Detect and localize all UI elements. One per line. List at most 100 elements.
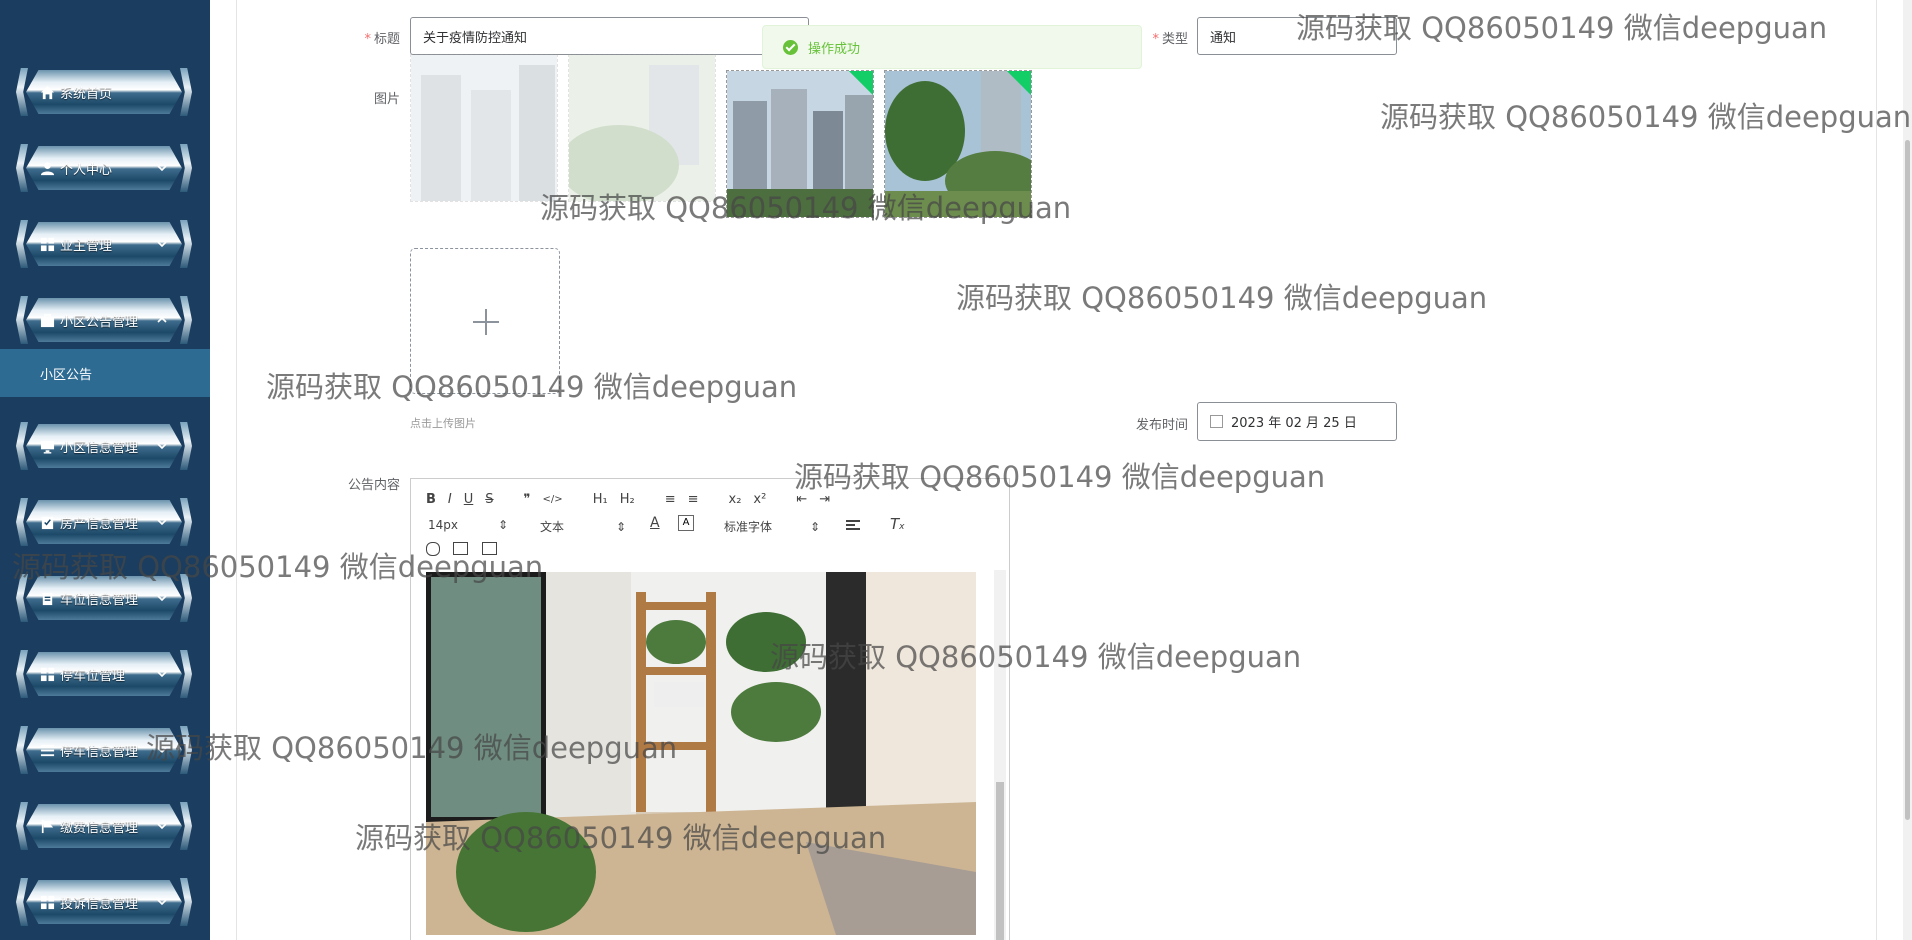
nav-label: 小区公告管理: [60, 314, 139, 330]
superscript-button[interactable]: x²: [753, 492, 766, 507]
nav-label: 投诉信息管理: [60, 896, 139, 912]
strike-button[interactable]: S: [485, 492, 493, 507]
nav-payment-info[interactable]: 缴费信息管理: [14, 798, 194, 854]
bold-button[interactable]: B: [426, 492, 436, 507]
nav-content: 个人中心: [40, 146, 168, 190]
title-label: * 标题: [364, 32, 400, 47]
chevron-down-icon: [156, 896, 168, 908]
nav-owner-management[interactable]: 业主管理: [14, 216, 194, 272]
building-photo-icon: [727, 71, 873, 217]
nav-content: 小区信息管理: [40, 424, 168, 468]
publish-time-picker[interactable]: 2023 年 02 月 25 日: [1197, 402, 1397, 441]
building-photo-icon: [411, 55, 557, 201]
image-upload-button[interactable]: [410, 248, 560, 394]
calendar-icon: [1210, 415, 1223, 428]
clear-format-icon[interactable]: Tx: [890, 515, 905, 533]
editor-scrollbar-thumb[interactable]: [996, 782, 1004, 940]
underline-button[interactable]: U: [464, 492, 474, 507]
image-icon[interactable]: [453, 542, 468, 555]
image-thumb-1[interactable]: [410, 54, 558, 202]
briefcase-icon: [40, 313, 55, 328]
home-icon: [40, 85, 55, 100]
nav-label: 房产信息管理: [60, 516, 139, 532]
nav-personal-center[interactable]: 个人中心: [14, 140, 194, 196]
page-scrollbar-thumb[interactable]: [1905, 140, 1910, 820]
chevron-down-icon: [156, 592, 168, 604]
nav-content: 车位信息管理: [40, 576, 168, 620]
balcony-photo-icon: [426, 572, 976, 935]
image-label: 图片: [373, 92, 400, 107]
type-select[interactable]: 通知: [1197, 17, 1397, 55]
chevron-down-icon: [156, 744, 168, 756]
sort-arrows-icon: ⇕: [615, 519, 626, 534]
checklist-icon: [40, 515, 55, 530]
nav-content: 系统首页: [40, 70, 168, 114]
nav-label: 停车信息管理: [60, 744, 139, 760]
align-icon[interactable]: [846, 518, 860, 532]
grid-icon: [40, 237, 55, 252]
header-select[interactable]: 文本 ⇕: [540, 518, 626, 535]
code-block-button[interactable]: </>: [543, 494, 563, 505]
nav-label: 缴费信息管理: [60, 820, 139, 836]
header1-button[interactable]: H₁: [593, 492, 608, 507]
clipboard-icon: [40, 591, 55, 606]
ordered-list-button[interactable]: ≡: [665, 492, 676, 507]
video-icon[interactable]: [482, 542, 497, 555]
monitor-icon: [40, 439, 55, 454]
nav-label: 个人中心: [60, 162, 113, 178]
blockquote-button[interactable]: ❞: [524, 492, 531, 507]
content-label: 公告内容: [347, 478, 400, 493]
text-color-icon[interactable]: A: [650, 515, 660, 531]
nav-home[interactable]: 系统首页: [14, 64, 194, 120]
garden-photo-icon: [569, 55, 715, 201]
editor-scrollbar[interactable]: [994, 570, 1006, 940]
nav-parking-record-info[interactable]: 停车信息管理: [14, 722, 194, 778]
nav-label: 车位信息管理: [60, 592, 139, 608]
nav-label: 系统首页: [60, 86, 113, 102]
submenu-item-notice[interactable]: 小区公告: [0, 349, 210, 397]
title-input[interactable]: 关于疫情防控通知: [410, 17, 809, 55]
image-thumb-3[interactable]: [726, 70, 874, 218]
plus-icon: [473, 309, 499, 335]
publish-time-label: 发布时间: [1135, 418, 1188, 433]
header2-button[interactable]: H₂: [620, 492, 635, 507]
nav-label: 停车位管理: [60, 668, 126, 684]
grid-icon: [40, 895, 55, 910]
nav-parking-space-info[interactable]: 车位信息管理: [14, 570, 194, 626]
grid-icon: [40, 667, 55, 682]
nav-complaint-info[interactable]: 投诉信息管理: [14, 874, 194, 930]
chevron-down-icon: [156, 162, 168, 174]
chevron-down-icon: [156, 668, 168, 680]
outdent-button[interactable]: ⇤: [796, 492, 807, 507]
indent-button[interactable]: ⇥: [819, 492, 830, 507]
link-icon[interactable]: [426, 542, 440, 556]
nav-content: 业主管理: [40, 222, 168, 266]
nav-content: 停车信息管理: [40, 728, 168, 772]
nav-content: 缴费信息管理: [40, 804, 168, 848]
list-icon: [40, 743, 55, 758]
nav-label: 业主管理: [60, 238, 113, 254]
background-color-icon[interactable]: A: [678, 515, 694, 531]
chevron-down-icon: [156, 440, 168, 452]
editor-toolbar: B I U S ❞ </> H₁ H₂ ≡ ≡ x₂ x² ⇤ ⇥: [426, 492, 842, 507]
nav-community-info[interactable]: 小区信息管理: [14, 418, 194, 474]
editor-image-balcony: [426, 572, 976, 935]
subscript-button[interactable]: x₂: [729, 492, 742, 507]
bullet-list-button[interactable]: ≡: [688, 492, 699, 507]
sort-arrows-icon: ⇕: [809, 519, 820, 534]
garden-photo-icon: [885, 71, 1031, 217]
chevron-up-icon: [156, 314, 168, 326]
success-toast: 操作成功: [762, 25, 1142, 69]
image-thumb-2[interactable]: [568, 54, 716, 202]
italic-button[interactable]: I: [448, 492, 452, 507]
image-thumb-4[interactable]: [884, 70, 1032, 218]
font-size-select[interactable]: 14px ⇕: [428, 518, 508, 532]
chevron-down-icon: [156, 820, 168, 832]
nav-property-info[interactable]: 房产信息管理: [14, 494, 194, 550]
nav-notice-management[interactable]: 小区公告管理: [14, 292, 194, 348]
chevron-down-icon: [156, 238, 168, 250]
font-family-select[interactable]: 标准字体 ⇕: [724, 518, 820, 535]
nav-content: 房产信息管理: [40, 500, 168, 544]
nav-parking-lot-management[interactable]: 停车位管理: [14, 646, 194, 702]
flag-icon: [40, 819, 55, 834]
